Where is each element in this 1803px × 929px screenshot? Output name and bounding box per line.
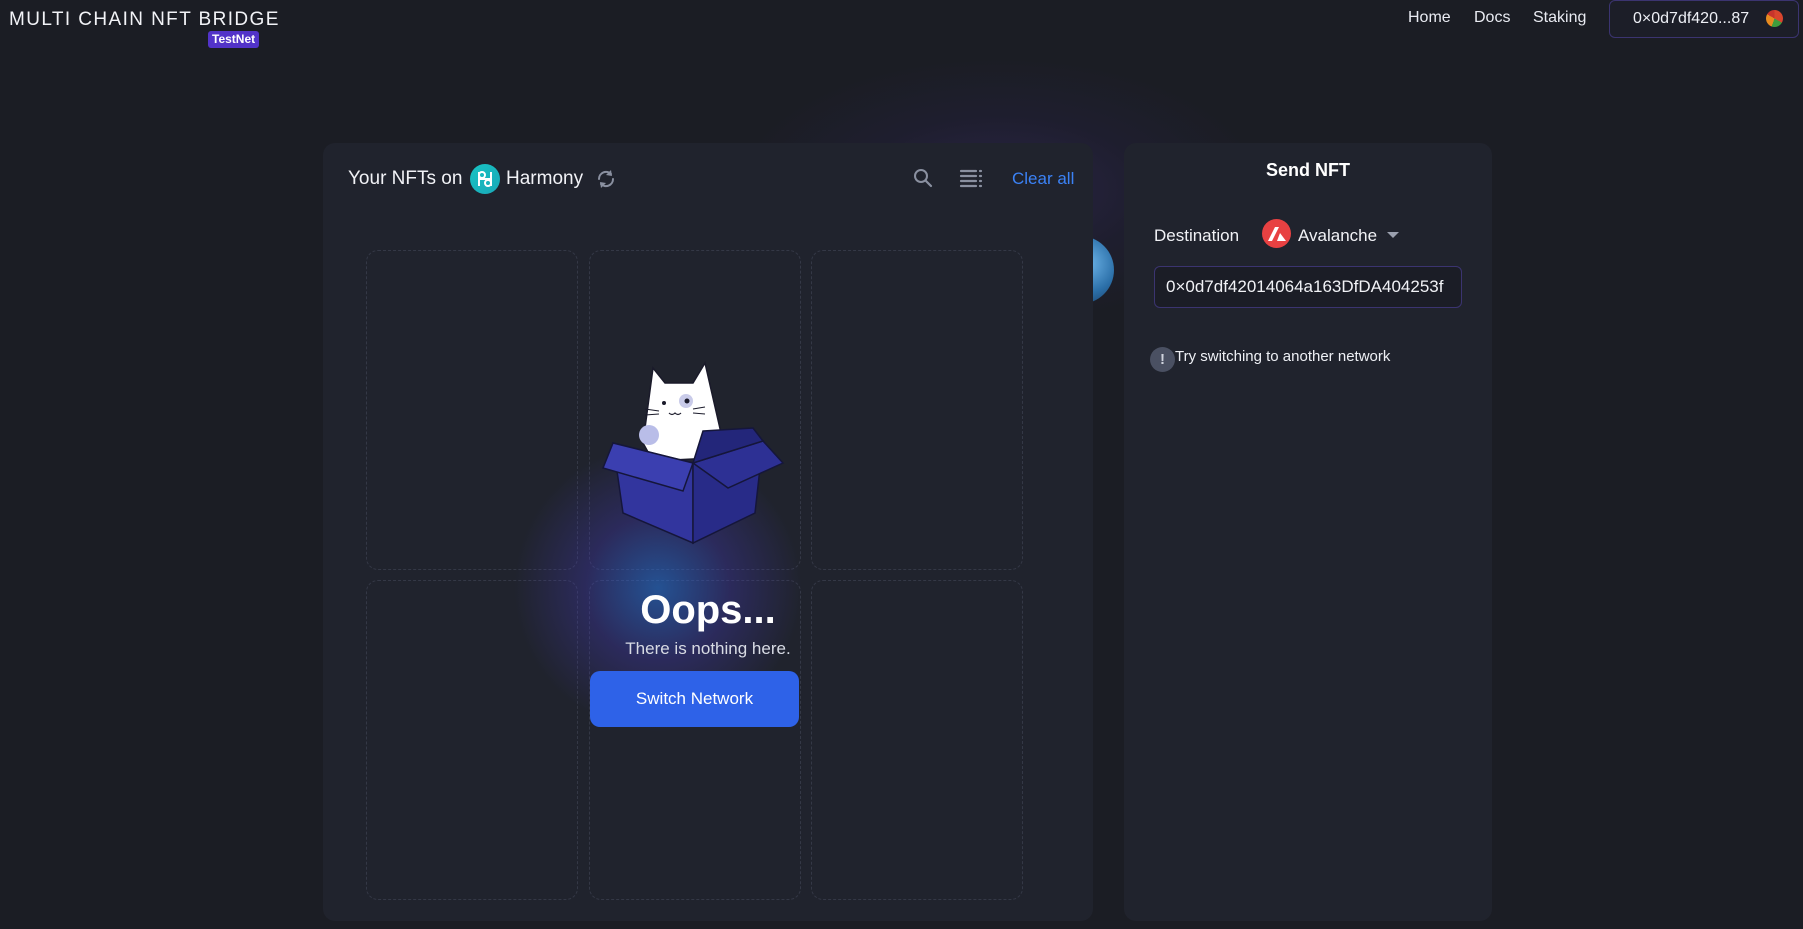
destination-network-name: Avalanche	[1298, 226, 1378, 245]
wallet-avatar-icon	[1766, 10, 1783, 27]
nav-home-link[interactable]: Home	[1408, 8, 1451, 28]
empty-state-heading: Oops...	[640, 588, 776, 632]
wallet-address: 0×0d7df420...87	[1633, 10, 1750, 27]
avalanche-icon	[1262, 219, 1291, 248]
nft-placeholder-card	[811, 250, 1023, 570]
current-network-name[interactable]: Harmony	[506, 168, 583, 190]
app-logo[interactable]: MULTI CHAIN NFT BRIDGE	[9, 9, 280, 31]
wallet-button[interactable]: 0×0d7df420...87	[1609, 0, 1799, 38]
panel-title: Your NFTs on	[348, 168, 463, 189]
search-icon[interactable]	[912, 167, 934, 189]
destination-label: Destination	[1154, 226, 1240, 245]
nft-placeholder-card	[366, 250, 578, 570]
harmony-icon	[470, 164, 500, 194]
empty-state-message: There is nothing here.	[625, 639, 791, 658]
testnet-badge: TestNet	[208, 31, 260, 48]
chevron-down-icon	[1387, 232, 1399, 238]
warning-text: Try switching to another network	[1175, 348, 1391, 365]
nav-docs-link[interactable]: Docs	[1474, 8, 1510, 28]
list-view-icon[interactable]	[959, 167, 983, 189]
refresh-icon[interactable]	[595, 168, 617, 190]
nav-staking-link[interactable]: Staking	[1533, 8, 1586, 28]
destination-address-input[interactable]	[1154, 266, 1462, 308]
top-header: MULTI CHAIN NFT BRIDGE TestNet Home Docs…	[0, 0, 1803, 50]
nft-list-panel: Your NFTs on Harmony Clear all Oops... T…	[323, 143, 1093, 921]
cat-in-box-illustration	[601, 361, 785, 545]
destination-network-select[interactable]: Avalanche	[1262, 219, 1412, 251]
send-nft-panel: Send NFT Destination Avalanche ! Try swi…	[1124, 143, 1492, 921]
exclamation-icon: !	[1150, 347, 1175, 372]
send-panel-title: Send NFT	[1266, 160, 1350, 180]
clear-all-link[interactable]: Clear all	[1012, 169, 1074, 189]
switch-network-button[interactable]: Switch Network	[590, 671, 799, 727]
